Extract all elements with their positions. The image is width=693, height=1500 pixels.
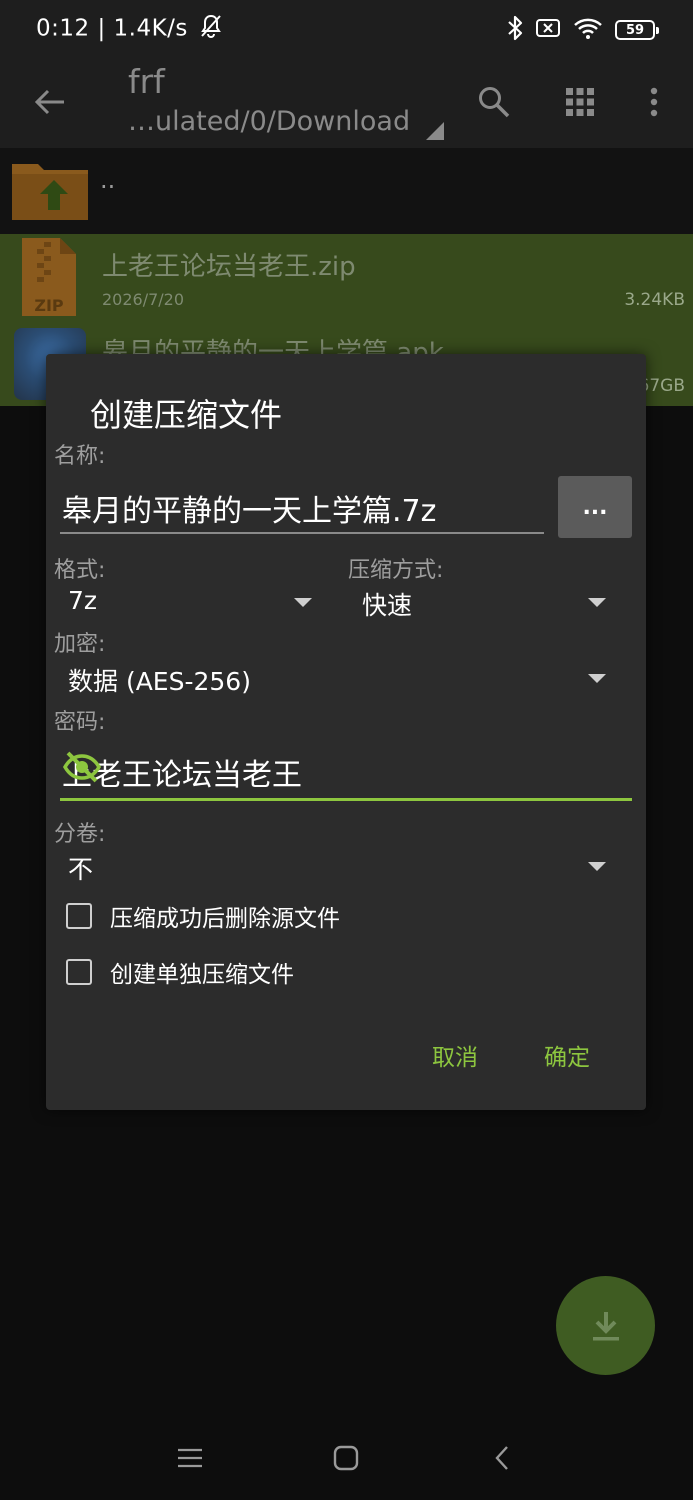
back-button[interactable] [30,82,70,122]
parent-folder-row[interactable]: .. [0,148,693,234]
delete-source-label: 压缩成功后删除源文件 [110,906,340,932]
screen: 0:12 | 1.4K/s 59 frf …ulated/0/Download … [0,0,693,1500]
archive-name-value: 皋月的平静的一天上学篇.7z [62,494,437,529]
encryption-dropdown-icon [588,674,606,683]
nav-menu-button[interactable] [170,1440,210,1476]
parent-folder-label: .. [100,166,116,194]
status-time-text: 0:12 | 1.4K/s [36,15,188,42]
compression-method-value: 快速 [362,591,413,620]
volume-dropdown-icon [588,862,606,871]
separate-archive-checkbox[interactable] [66,959,92,985]
encryption-label: 加密: [54,632,106,657]
bluetooth-icon [507,15,523,45]
format-value: 7z [68,586,98,615]
menu-icon [178,1448,202,1468]
grid-view-icon [566,88,594,116]
no-sim-icon [535,17,561,43]
app-title: frf [128,62,165,101]
more-vert-icon [650,87,658,117]
arrow-back-icon [34,89,64,115]
ok-button[interactable]: 确定 [544,1038,590,1072]
file-row-zip[interactable]: ZIP 上老王论坛当老王.zip 2026/7/20 3.24KB [0,234,693,320]
grid-view-button[interactable] [556,78,604,126]
password-label: 密码: [54,710,106,735]
separate-archive-checkbox-row[interactable]: 创建单独压缩文件 [66,955,294,989]
folder-up-icon [10,156,90,226]
format-label: 格式: [54,558,106,583]
file-date: 2026/7/20 [102,290,185,309]
wifi-icon [573,16,603,44]
search-icon [479,87,510,118]
nav-back-icon [495,1446,508,1470]
svg-text:ZIP: ZIP [34,296,64,315]
cancel-button[interactable]: 取消 [432,1038,478,1072]
status-time: 0:12 | 1.4K/s [36,14,222,44]
delete-source-checkbox-row[interactable]: 压缩成功后删除源文件 [66,899,340,933]
create-archive-dialog: 创建压缩文件 名称: 皋月的平静的一天上学篇.7z ... 格式: 7z 压缩方… [46,354,646,1110]
compression-method-dropdown-icon [588,598,606,607]
battery-icon: 59 [615,20,659,40]
app-bar: frf …ulated/0/Download [0,60,693,148]
file-name: 上老王论坛当老王.zip [102,252,356,282]
search-button[interactable] [470,78,518,126]
visibility-off-icon[interactable] [62,750,632,792]
browse-button[interactable]: ... [558,476,632,538]
status-icons: 59 [507,14,659,46]
download-fab[interactable] [556,1276,655,1375]
file-size: 3.24KB [624,290,685,310]
delete-source-checkbox[interactable] [66,903,92,929]
path-dropdown[interactable]: …ulated/0/Download [128,106,410,137]
battery-level: 59 [625,22,645,38]
format-dropdown-icon [294,598,312,607]
nav-back-button[interactable] [482,1440,522,1476]
dialog-title: 创建压缩文件 [90,396,283,434]
download-icon [592,1311,619,1340]
name-label: 名称: [54,444,106,469]
bell-muted-icon [200,14,222,44]
volume-value: 不 [68,855,94,884]
nav-home-button[interactable] [326,1440,366,1476]
path-dropdown-caret-icon[interactable] [426,122,444,140]
home-square-icon [333,1445,359,1471]
compression-method-label: 压缩方式: [348,558,444,583]
volume-label: 分卷: [54,822,106,847]
archive-name-input[interactable]: 皋月的平静的一天上学篇.7z [60,478,544,534]
encryption-value: 数据 (AES-256) [68,667,251,696]
more-options-button[interactable] [630,78,678,126]
separate-archive-label: 创建单独压缩文件 [110,962,294,988]
password-input[interactable]: 上老王论坛当老王 [60,750,632,801]
zip-file-icon: ZIP [20,236,78,322]
status-bar: 0:12 | 1.4K/s 59 [0,0,693,60]
